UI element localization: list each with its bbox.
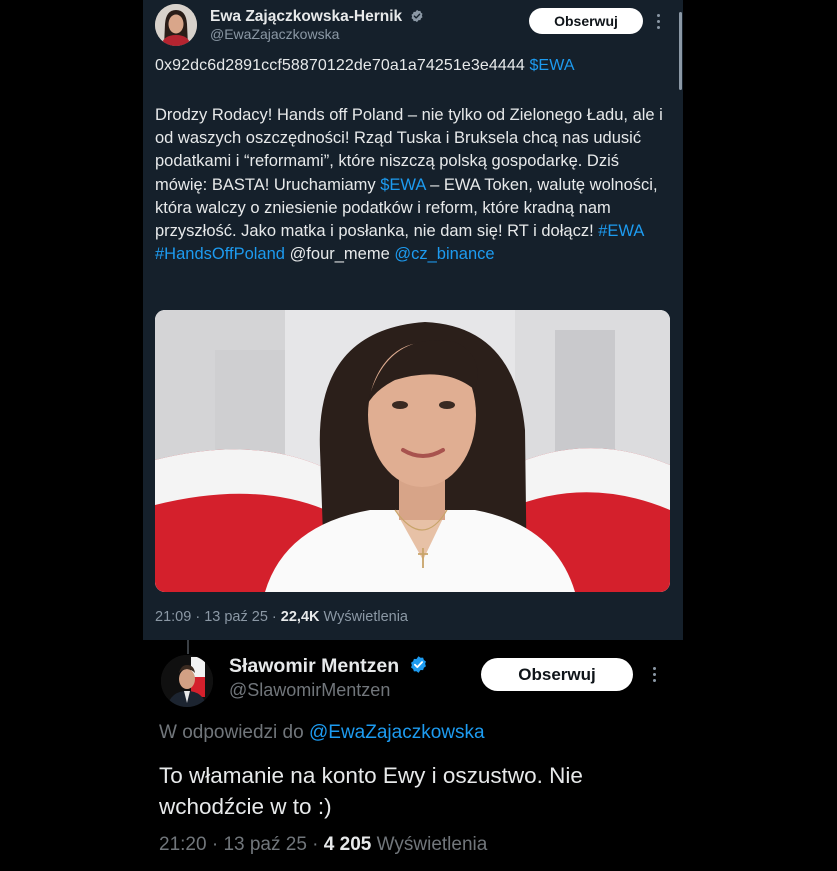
screenshot-frame: Ewa Zajączkowska-Hernik @EwaZajaczkowska…	[143, 0, 683, 871]
reply-views-count: 4 205	[323, 834, 372, 855]
mention-link[interactable]: @cz_binance	[394, 245, 494, 263]
verified-badge-icon	[411, 9, 423, 23]
reply-author-name-text[interactable]: Sławomir Mentzen	[229, 655, 399, 677]
reply-views-label: Wyświetlenia	[376, 834, 488, 855]
scrollbar[interactable]	[679, 12, 682, 90]
reply-author-name[interactable]: Sławomir Mentzen	[229, 655, 428, 678]
cashtag-link[interactable]: $EWA	[380, 176, 425, 194]
post-ewa[interactable]: Ewa Zajączkowska-Hernik @EwaZajaczkowska…	[143, 0, 683, 640]
reply-to-line: W odpowiedzi do @EwaZajaczkowska	[159, 722, 485, 744]
reply-body-text: To włamanie na konto Ewy i oszustwo. Nie…	[159, 763, 583, 819]
author-name-text[interactable]: Ewa Zajączkowska-Hernik	[210, 8, 402, 25]
follow-button[interactable]: Obserwuj	[481, 658, 633, 691]
views-label: Wyświetlenia	[323, 609, 408, 625]
post-time[interactable]: 21:09	[155, 609, 191, 625]
post-meta: 21:09 · 13 paź 25 · 22,4K Wyświetlenia	[155, 609, 408, 625]
reply-author-avatar[interactable]	[161, 655, 213, 707]
more-options-icon[interactable]	[653, 667, 659, 685]
mention-text[interactable]: @four_meme	[290, 245, 390, 263]
post-date[interactable]: 13 paź 25	[204, 609, 268, 625]
reply-time[interactable]: 21:20	[159, 834, 207, 855]
post-contract-line: 0x92dc6d2891ccf58870122de70a1a74251e3e44…	[155, 57, 575, 75]
verified-badge-icon	[410, 656, 426, 673]
reply-date[interactable]: 13 paź 25	[223, 834, 306, 855]
post-image[interactable]	[155, 310, 670, 592]
reply-to-handle-link[interactable]: @EwaZajaczkowska	[309, 722, 485, 743]
thread-connector-line	[187, 640, 189, 654]
cashtag-link[interactable]: $EWA	[529, 57, 574, 74]
hashtag-link[interactable]: #EWA	[598, 222, 643, 240]
views-count: 22,4K	[280, 609, 320, 625]
reply-author-handle[interactable]: @SlawomirMentzen	[229, 680, 390, 701]
portrait-photo	[155, 310, 670, 592]
reply-meta: 21:20 · 13 paź 25 · 4 205 Wyświetlenia	[159, 834, 488, 855]
post-body-text: Drodzy Rodacy! Hands off Poland – nie ty…	[155, 104, 670, 266]
reply-prefix: W odpowiedzi do	[159, 722, 304, 743]
author-handle[interactable]: @EwaZajaczkowska	[210, 26, 339, 42]
more-options-icon[interactable]	[657, 14, 663, 32]
follow-button[interactable]: Obserwuj	[529, 8, 643, 34]
author-avatar[interactable]	[155, 4, 197, 46]
contract-address: 0x92dc6d2891ccf58870122de70a1a74251e3e44…	[155, 57, 525, 74]
hashtag-link[interactable]: #HandsOffPoland	[155, 245, 285, 263]
author-name[interactable]: Ewa Zajączkowska-Hernik	[210, 8, 424, 26]
